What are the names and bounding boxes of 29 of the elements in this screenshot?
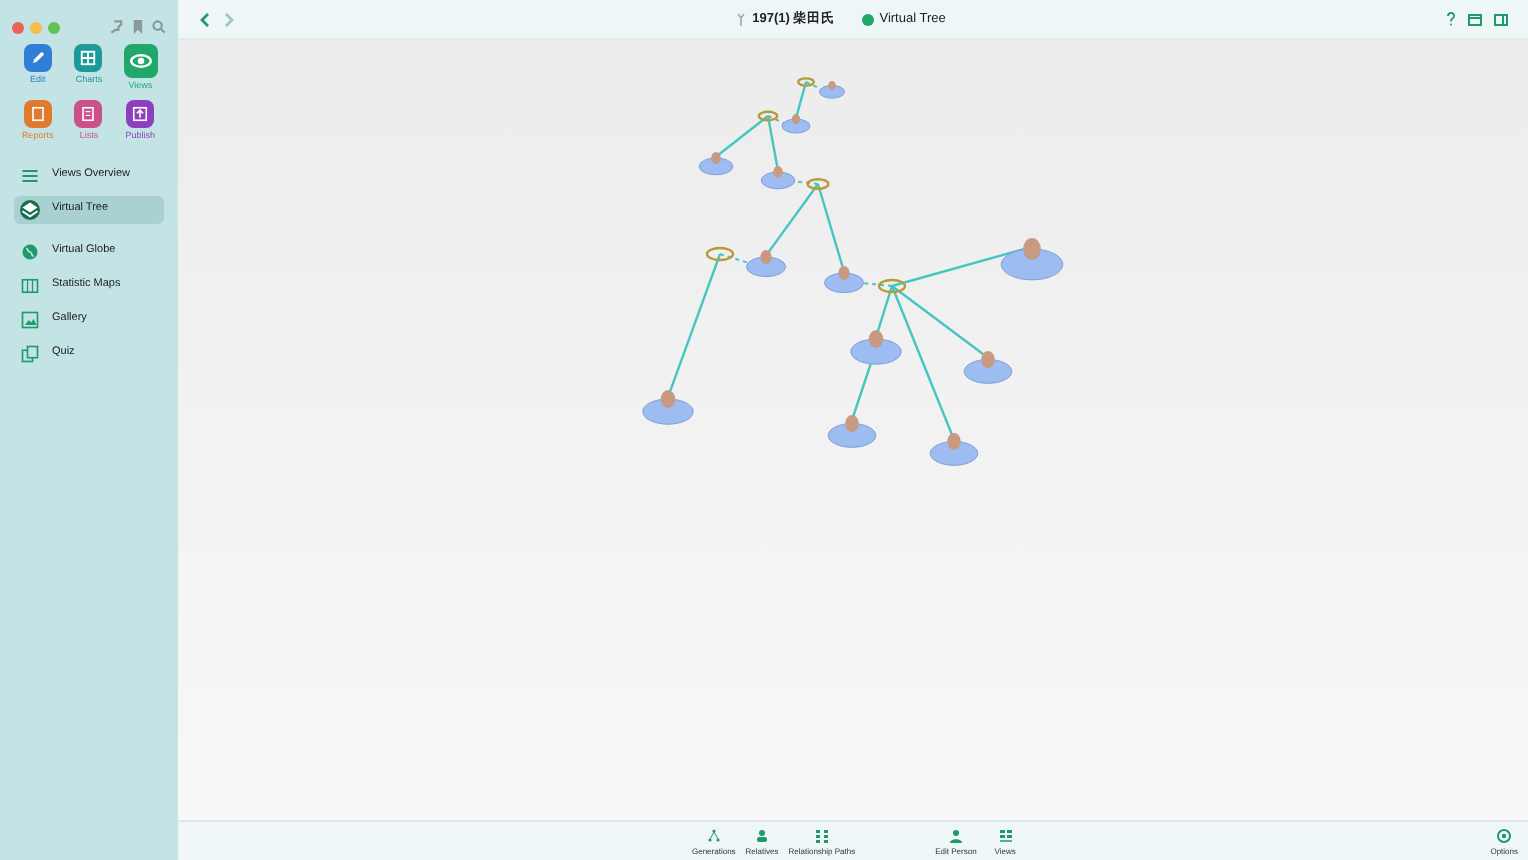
- back-icon[interactable]: [198, 11, 210, 27]
- window-icon[interactable]: [1468, 13, 1482, 25]
- sidebar-toggle-icon[interactable]: [1494, 13, 1508, 25]
- tree-icon: [736, 12, 747, 26]
- grid-icon: [813, 827, 830, 843]
- eye-icon: [127, 48, 154, 74]
- forward-icon[interactable]: [224, 11, 236, 27]
- maximize-window-button[interactable]: [48, 21, 60, 33]
- search-icon[interactable]: [152, 20, 166, 34]
- layout-icon: [997, 827, 1014, 843]
- status-dot-icon: [861, 13, 874, 25]
- grid-icon: [78, 48, 99, 68]
- minimize-window-button[interactable]: [30, 21, 42, 33]
- settings-icon: [1496, 827, 1513, 843]
- map-icon: [20, 275, 40, 295]
- person-icon: [754, 827, 771, 843]
- bookmark-icon[interactable]: [132, 20, 144, 34]
- hierarchy-icon: [705, 827, 722, 843]
- help-icon[interactable]: [1446, 12, 1456, 26]
- close-window-button[interactable]: [12, 21, 24, 33]
- layers-icon: [20, 199, 40, 219]
- cards-icon: [20, 343, 40, 363]
- document-icon: [27, 103, 48, 124]
- list-icon: [20, 165, 40, 185]
- person-icon: [947, 827, 964, 843]
- picture-icon: [20, 309, 40, 329]
- pencil-icon: [27, 48, 48, 68]
- upload-icon: [130, 103, 151, 124]
- list-icon: [78, 103, 99, 124]
